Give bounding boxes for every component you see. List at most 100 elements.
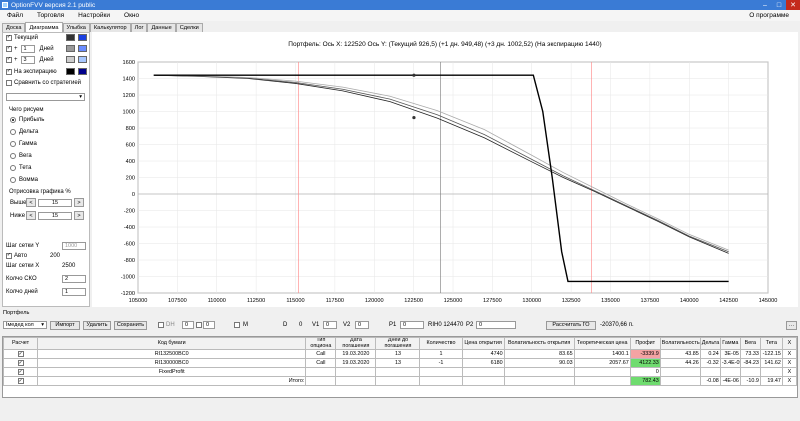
- above-decrease-button[interactable]: <: [26, 198, 36, 207]
- dh-input-1[interactable]: 0: [182, 321, 194, 329]
- plus3-days-input[interactable]: 3: [20, 55, 35, 64]
- column-header[interactable]: Волатильность открытия: [503, 337, 575, 350]
- tab-log[interactable]: Лог: [130, 23, 148, 32]
- delete-row-button[interactable]: X: [781, 349, 798, 359]
- table-row[interactable]: ✓ RI130000BC0 Call 19.03.2020 13 -1 6180 90.03 2…: [2, 358, 798, 368]
- import-button[interactable]: Импорт: [50, 320, 80, 330]
- column-header[interactable]: Дней до погашения: [375, 337, 421, 350]
- column-header[interactable]: Теоретическая цена: [573, 337, 631, 350]
- draw-option-profit[interactable]: Прибыль: [10, 115, 44, 124]
- close-icon[interactable]: ✕: [786, 0, 800, 10]
- menu-about[interactable]: О программе: [742, 12, 796, 19]
- tab-diagram[interactable]: Диаграмма: [25, 22, 63, 32]
- p2-input[interactable]: 0: [476, 321, 516, 329]
- strategy-select[interactable]: ▾: [6, 93, 85, 101]
- plus1-color-swatch-2[interactable]: [78, 45, 87, 52]
- column-header[interactable]: Профит: [629, 337, 661, 350]
- draw-option-delta[interactable]: Дельта: [10, 127, 38, 136]
- days-count-input[interactable]: 1: [62, 287, 86, 296]
- plus3-row: ✓ + 3 Дней: [6, 55, 88, 64]
- column-header[interactable]: Код бумаги: [37, 337, 307, 350]
- column-header[interactable]: Дельта: [699, 337, 721, 350]
- row-checkbox[interactable]: ✓: [17, 378, 24, 384]
- cell-days: [375, 376, 421, 386]
- minimize-icon[interactable]: –: [758, 0, 772, 10]
- plus3-sign: +: [14, 56, 18, 63]
- row-checkbox-cell[interactable]: ✓: [2, 349, 39, 359]
- save-button[interactable]: Сохранить: [114, 320, 147, 330]
- column-header[interactable]: Цена открытия: [461, 337, 505, 350]
- above-increase-button[interactable]: >: [74, 198, 84, 207]
- tab-calculator[interactable]: Калькулятор: [89, 23, 131, 32]
- step-y-input[interactable]: 1000: [62, 241, 86, 250]
- tab-board[interactable]: Доска: [2, 23, 26, 32]
- current-color-swatch-2[interactable]: [78, 34, 87, 41]
- row-checkbox[interactable]: ✓: [17, 360, 24, 366]
- delete-row-button[interactable]: X: [781, 358, 798, 368]
- m-checkbox[interactable]: [234, 322, 240, 328]
- plus3-color-swatch-2[interactable]: [78, 56, 87, 63]
- p1-input[interactable]: 0: [400, 321, 424, 329]
- sko-input[interactable]: 2: [62, 274, 86, 283]
- row-checkbox-cell[interactable]: ✓: [2, 367, 39, 377]
- current-color-swatch[interactable]: [66, 34, 75, 41]
- table-row[interactable]: ✓ Итого: 782.43 -0.08 -4E-06 -10.9 19.47 X: [2, 376, 798, 386]
- below-input[interactable]: 15: [38, 211, 72, 220]
- row-checkbox[interactable]: ✓: [17, 351, 24, 357]
- expiration-checkbox[interactable]: ✓: [6, 68, 12, 75]
- draw-option-vomma[interactable]: Вомма: [10, 175, 38, 184]
- plus3-color-swatch[interactable]: [66, 56, 75, 63]
- column-header[interactable]: Расчет: [2, 337, 39, 350]
- mode-select[interactable]: Імедед кол ▾: [3, 321, 47, 329]
- column-header[interactable]: Гамма: [719, 337, 741, 350]
- dh-stepper[interactable]: [196, 322, 202, 328]
- column-header[interactable]: Волатильность: [659, 337, 701, 350]
- tab-smile[interactable]: Улыбка: [62, 23, 90, 32]
- more-button[interactable]: …: [786, 320, 797, 330]
- plus3-checkbox[interactable]: ✓: [6, 56, 12, 63]
- menu-window[interactable]: Окно: [117, 12, 146, 19]
- plus1-color-swatch[interactable]: [66, 45, 75, 52]
- column-header[interactable]: Количество: [419, 337, 463, 350]
- draw-option-gamma[interactable]: Гамма: [10, 139, 37, 148]
- column-header[interactable]: Дата погашения: [335, 337, 377, 350]
- delete-row-button[interactable]: X: [781, 376, 798, 386]
- above-input[interactable]: 15: [38, 198, 72, 207]
- table-row[interactable]: ✓ FixedProfit 0 X: [2, 367, 798, 377]
- dh-input-2[interactable]: 0: [203, 321, 215, 329]
- expiration-color-swatch[interactable]: [66, 68, 75, 75]
- tab-deals[interactable]: Сделки: [175, 23, 203, 32]
- column-header[interactable]: X: [781, 337, 798, 350]
- column-header[interactable]: Вега: [739, 337, 761, 350]
- go-value: -20370,66 п.: [600, 322, 634, 328]
- table-row[interactable]: ✓ RI132500BC0 Call 19.03.2020 13 1 4740 83.65 14…: [2, 349, 798, 359]
- menu-file[interactable]: Файл: [0, 12, 30, 19]
- column-header[interactable]: Тета: [759, 337, 783, 350]
- tab-data[interactable]: Данные: [147, 23, 176, 32]
- y-tick-label: 400: [126, 159, 135, 165]
- menu-settings[interactable]: Настройки: [71, 12, 117, 19]
- menu-trade[interactable]: Торговля: [30, 12, 71, 19]
- maximize-icon[interactable]: □: [772, 0, 786, 10]
- draw-option-theta[interactable]: Тета: [10, 163, 31, 172]
- row-checkbox-cell[interactable]: ✓: [2, 376, 39, 386]
- delete-row-button[interactable]: X: [781, 367, 798, 377]
- row-checkbox[interactable]: ✓: [17, 369, 24, 375]
- plus1-days-input[interactable]: 1: [20, 44, 35, 53]
- row-checkbox-cell[interactable]: ✓: [2, 358, 39, 368]
- compare-checkbox[interactable]: [6, 79, 12, 86]
- v1-input[interactable]: 0: [323, 321, 337, 329]
- column-header[interactable]: Тип опциона: [305, 337, 337, 350]
- cell-profit: 0: [629, 367, 661, 377]
- draw-option-vega[interactable]: Вега: [10, 151, 32, 160]
- v2-input[interactable]: 0: [355, 321, 369, 329]
- dh-checkbox[interactable]: [158, 322, 164, 328]
- auto-checkbox[interactable]: ✓: [6, 252, 12, 259]
- current-checkbox[interactable]: ✓: [6, 34, 12, 41]
- delete-button[interactable]: Удалить: [83, 320, 111, 330]
- calc-go-button[interactable]: Рассчитать ГО: [546, 320, 596, 330]
- below-increase-button[interactable]: >: [74, 211, 84, 220]
- below-decrease-button[interactable]: <: [26, 211, 36, 220]
- plus1-checkbox[interactable]: ✓: [6, 45, 12, 52]
- expiration-color-swatch-2[interactable]: [78, 68, 87, 75]
